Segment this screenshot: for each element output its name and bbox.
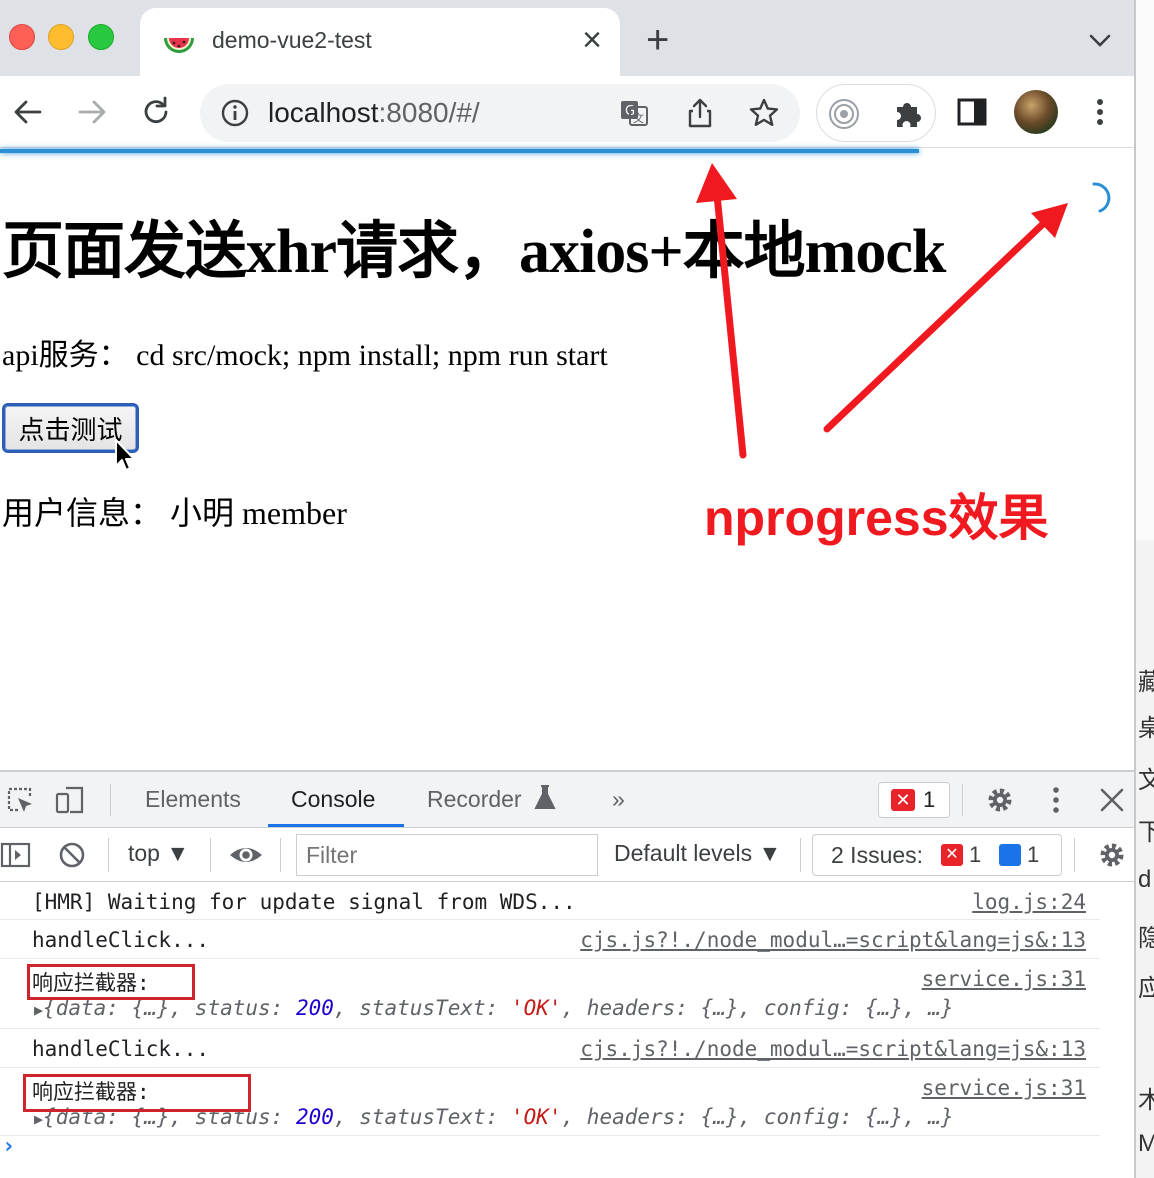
forward-arrow-icon[interactable] bbox=[74, 94, 110, 130]
star-bookmark-icon[interactable] bbox=[748, 97, 780, 129]
console-source-link[interactable]: cjs.js?!./node_modul…=script&lang=js&:13 bbox=[580, 928, 1086, 952]
side-text: 木 bbox=[1138, 1080, 1154, 1115]
issues-button[interactable]: 2 Issues: ✕ 1 1 bbox=[812, 834, 1062, 876]
more-menu-icon[interactable] bbox=[1082, 94, 1118, 130]
site-info-icon[interactable] bbox=[220, 98, 250, 128]
issue-error-icon: ✕ bbox=[941, 844, 963, 866]
device-toolbar-icon[interactable] bbox=[54, 784, 86, 816]
svg-text:文: 文 bbox=[633, 111, 644, 125]
side-text: 桌 bbox=[1138, 708, 1154, 743]
back-arrow-icon[interactable] bbox=[10, 94, 46, 130]
maximize-window-button[interactable] bbox=[88, 24, 114, 50]
console-source-link[interactable]: service.js:31 bbox=[922, 967, 1086, 991]
console-message-text: handleClick... bbox=[32, 1037, 210, 1061]
console-message: handleClick... cjs.js?!./node_modul…=scr… bbox=[0, 920, 1100, 959]
minimize-window-button[interactable] bbox=[48, 24, 74, 50]
inspect-element-icon[interactable] bbox=[4, 784, 36, 816]
page-title: 页面发送xhr请求，axios+本地mock bbox=[2, 218, 946, 286]
side-text: 隐 bbox=[1138, 918, 1154, 953]
side-text: 下 bbox=[1138, 812, 1154, 847]
highlight-box bbox=[27, 964, 195, 1000]
issue-info-count: 1 bbox=[1027, 842, 1040, 867]
console-message-text: handleClick... bbox=[32, 928, 210, 952]
nprogress-bar bbox=[0, 149, 919, 153]
watermelon-favicon-icon bbox=[164, 38, 194, 53]
arrow-to-spinner-head bbox=[1031, 203, 1068, 238]
tab-strip: demo-vue2-test × + bbox=[0, 0, 1134, 76]
side-text: 藏 bbox=[1138, 662, 1154, 697]
console-source-link[interactable]: service.js:31 bbox=[922, 1076, 1086, 1100]
close-devtools-icon[interactable] bbox=[1096, 784, 1128, 816]
console-message-text: [HMR] Waiting for update signal from WDS… bbox=[32, 890, 576, 914]
issue-error-count: 1 bbox=[969, 842, 982, 867]
console-prompt[interactable]: › bbox=[2, 1134, 15, 1159]
console-message: handleClick... cjs.js?!./node_modul…=scr… bbox=[0, 1029, 1100, 1068]
flask-icon bbox=[534, 785, 556, 809]
close-window-button[interactable] bbox=[9, 24, 35, 50]
profile-avatar[interactable] bbox=[1014, 90, 1058, 134]
tab-recorder[interactable]: Recorder bbox=[427, 786, 522, 813]
console-source-link[interactable]: cjs.js?!./node_modul…=script&lang=js&:13 bbox=[580, 1037, 1086, 1061]
annotation-label: nprogress效果 bbox=[704, 490, 1049, 546]
background-window-edge: 藏 桌 文 下 d 隐 应 木 M bbox=[1134, 0, 1154, 1178]
more-tabs-button[interactable]: » bbox=[612, 786, 625, 813]
error-icon: ✕ bbox=[891, 789, 915, 811]
address-bar[interactable]: localhost:8080/#/ G 文 bbox=[200, 84, 800, 142]
clear-console-icon[interactable] bbox=[56, 839, 88, 871]
share-icon[interactable] bbox=[684, 97, 716, 129]
log-levels-dropdown[interactable]: Default levels ▼ bbox=[614, 840, 781, 867]
arrow-to-progress-bar-head bbox=[696, 163, 737, 203]
context-select[interactable]: top ▼ bbox=[128, 840, 189, 867]
browser-tab[interactable]: demo-vue2-test × bbox=[140, 8, 620, 76]
highlight-box bbox=[23, 1074, 251, 1112]
new-tab-button[interactable]: + bbox=[646, 18, 669, 62]
devtools-panel: Elements Console Recorder » ✕ 1 top ▼ Fi… bbox=[0, 770, 1134, 1178]
side-text: d bbox=[1138, 866, 1152, 893]
user-info: 用户信息： 小明 member bbox=[2, 495, 347, 531]
issue-info-icon bbox=[999, 844, 1021, 866]
tab-elements[interactable]: Elements bbox=[145, 786, 241, 813]
console-message: [HMR] Waiting for update signal from WDS… bbox=[0, 882, 1100, 920]
settings-gear-icon[interactable] bbox=[984, 784, 1016, 816]
reload-icon[interactable] bbox=[138, 94, 174, 130]
api-instructions: api服务： cd src/mock; npm install; npm run… bbox=[2, 339, 608, 372]
chevron-down-icon[interactable] bbox=[1086, 26, 1114, 54]
devtools-more-icon[interactable] bbox=[1040, 784, 1072, 816]
live-expression-eye-icon[interactable] bbox=[228, 839, 264, 871]
error-count: 1 bbox=[923, 787, 936, 812]
side-text: 文 bbox=[1138, 760, 1154, 795]
console-filter-input[interactable] bbox=[296, 834, 598, 876]
error-count-badge[interactable]: ✕ 1 bbox=[878, 782, 950, 818]
puzzle-extensions-icon[interactable] bbox=[891, 97, 925, 131]
tab-console[interactable]: Console bbox=[291, 786, 375, 813]
devtools-tab-bar: Elements Console Recorder » ✕ 1 bbox=[0, 772, 1134, 828]
console-filter-bar: top ▼ Default levels ▼ 2 Issues: ✕ 1 1 bbox=[0, 828, 1134, 882]
browser-toolbar: localhost:8080/#/ G 文 bbox=[0, 76, 1134, 148]
translate-icon[interactable]: G 文 bbox=[618, 97, 650, 129]
active-tab-indicator bbox=[268, 824, 404, 827]
close-tab-icon[interactable]: × bbox=[582, 21, 602, 59]
url-text[interactable]: localhost:8080/#/ bbox=[268, 97, 480, 129]
side-text: M bbox=[1138, 1130, 1154, 1158]
tab-title: demo-vue2-test bbox=[212, 27, 372, 53]
console-settings-gear-icon[interactable] bbox=[1096, 839, 1128, 871]
side-panel-icon[interactable] bbox=[954, 94, 990, 130]
side-text: 应 bbox=[1138, 968, 1154, 1003]
extensions-group bbox=[816, 84, 936, 142]
issues-label: 2 Issues: bbox=[831, 842, 924, 868]
sidebar-toggle-icon[interactable] bbox=[0, 839, 32, 871]
nprogress-spinner-icon bbox=[1092, 182, 1111, 213]
extension-target-icon[interactable] bbox=[827, 97, 861, 131]
console-output: [HMR] Waiting for update signal from WDS… bbox=[0, 882, 1134, 1178]
console-source-link[interactable]: log.js:24 bbox=[972, 890, 1086, 914]
mouse-cursor-icon bbox=[115, 439, 135, 471]
